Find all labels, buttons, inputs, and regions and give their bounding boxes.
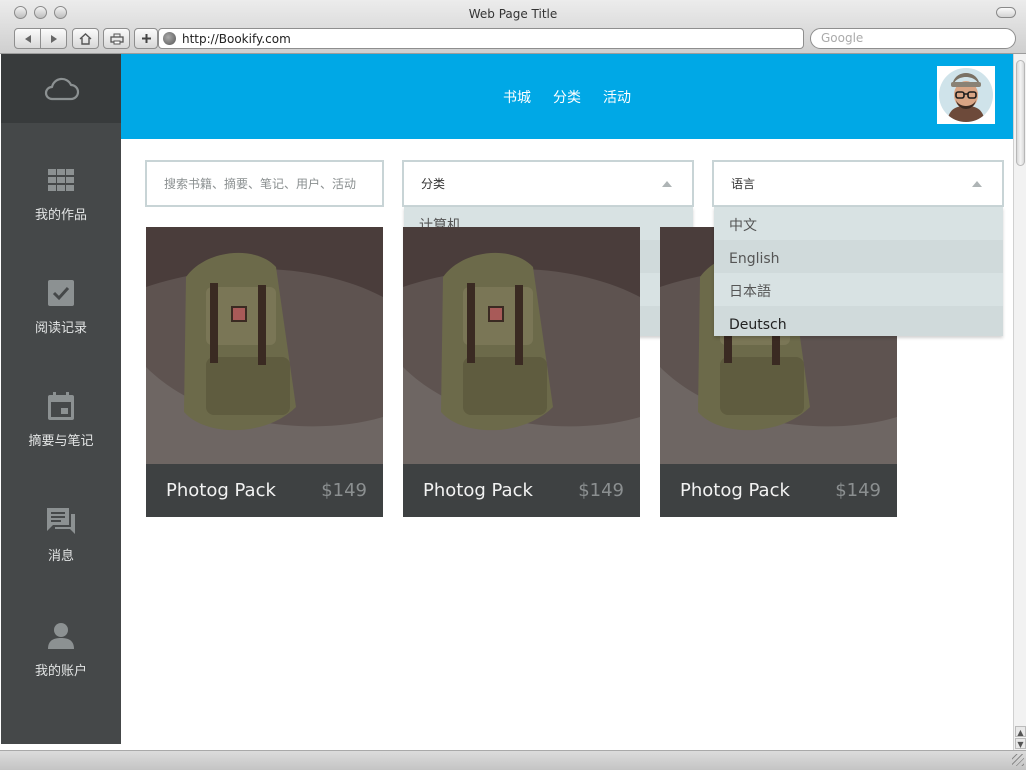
nav-events[interactable]: 活动 <box>603 87 631 107</box>
caret-up-icon <box>972 181 982 187</box>
sidebar-item-label: 我的账户 <box>34 664 87 679</box>
product-name: Photog Pack <box>423 480 533 501</box>
product-name: Photog Pack <box>680 480 790 501</box>
sidebar-item-reading-history[interactable]: 阅读记录 <box>1 279 121 359</box>
product-name: Photog Pack <box>166 480 276 501</box>
forward-button[interactable] <box>40 28 67 49</box>
avatar[interactable] <box>937 66 995 124</box>
printer-icon <box>109 33 124 44</box>
backpack-image <box>403 227 640 464</box>
cloud-icon <box>44 77 80 100</box>
add-bookmark-button[interactable] <box>134 28 158 49</box>
sidebar-item-label: 消息 <box>47 549 74 564</box>
grid-icon <box>47 166 75 194</box>
forward-arrow-icon <box>50 34 57 43</box>
sidebar-item-notes[interactable]: 摘要与笔记 <box>1 392 121 472</box>
plus-icon <box>141 34 151 43</box>
category-select-label: 分类 <box>421 177 446 191</box>
browser-search-field[interactable]: Google <box>810 28 1016 49</box>
sidebar-item-account[interactable]: 我的账户 <box>1 622 121 702</box>
scrollbar-thumb[interactable] <box>1016 60 1025 166</box>
print-button[interactable] <box>103 28 130 49</box>
product-card[interactable]: Photog Pack $149 <box>146 227 383 517</box>
product-price: $149 <box>578 480 624 501</box>
sidebar: 我的作品 阅读记录 摘要与笔记 消息 我的账户 <box>1 54 121 744</box>
top-nav: 书城 分类 活动 <box>121 87 1013 107</box>
backpack-image <box>146 227 383 464</box>
search-input[interactable] <box>145 160 384 207</box>
language-select-label: 语言 <box>731 177 756 191</box>
user-icon <box>47 622 75 650</box>
resize-grip-icon[interactable] <box>1012 754 1024 766</box>
scroll-down-arrow[interactable]: ▼ <box>1015 738 1026 749</box>
language-option[interactable]: Deutsch <box>714 306 1003 336</box>
language-option[interactable]: 日本語 <box>714 273 1003 306</box>
language-option[interactable]: 中文 <box>714 207 1003 240</box>
browser-toolbar: Web Page Title http://Bookify.com Google <box>0 0 1026 54</box>
language-select[interactable]: 语言 <box>712 160 1004 207</box>
product-card[interactable]: Photog Pack $149 <box>403 227 640 517</box>
language-dropdown-menu: 中文 English 日本語 Deutsch <box>714 207 1003 336</box>
sidebar-item-label: 摘要与笔记 <box>28 434 94 449</box>
back-arrow-icon <box>24 34 31 43</box>
status-bar <box>0 750 1026 770</box>
category-select[interactable]: 分类 <box>402 160 694 207</box>
checkbox-icon <box>47 279 75 307</box>
address-bar[interactable]: http://Bookify.com <box>158 28 804 49</box>
home-button[interactable] <box>72 28 99 49</box>
sidebar-item-label: 我的作品 <box>34 208 87 223</box>
chat-icon <box>47 507 75 535</box>
toolbar-toggle-button[interactable] <box>996 7 1016 18</box>
nav-bookstore[interactable]: 书城 <box>503 87 531 107</box>
sidebar-item-my-works[interactable]: 我的作品 <box>1 166 121 246</box>
product-price: $149 <box>835 480 881 501</box>
browser-window: Web Page Title http://Bookify.com Google <box>0 0 1026 770</box>
window-title: Web Page Title <box>468 7 558 21</box>
scroll-up-arrow[interactable]: ▲ <box>1015 726 1026 737</box>
back-button[interactable] <box>14 28 41 49</box>
vertical-scrollbar[interactable]: ▲ ▼ <box>1013 54 1026 750</box>
caret-up-icon <box>662 181 672 187</box>
globe-icon <box>163 32 176 45</box>
product-price: $149 <box>321 480 367 501</box>
home-icon <box>79 32 92 45</box>
sidebar-item-label: 阅读记录 <box>34 321 87 336</box>
user-photo-icon <box>939 68 993 122</box>
language-option[interactable]: English <box>714 240 1003 273</box>
top-header: 书城 分类 活动 <box>121 54 1013 139</box>
calendar-icon <box>47 392 75 420</box>
url-text: http://Bookify.com <box>182 31 291 46</box>
sidebar-item-messages[interactable]: 消息 <box>1 507 121 587</box>
sidebar-logo[interactable] <box>1 54 121 123</box>
nav-categories[interactable]: 分类 <box>553 87 581 107</box>
